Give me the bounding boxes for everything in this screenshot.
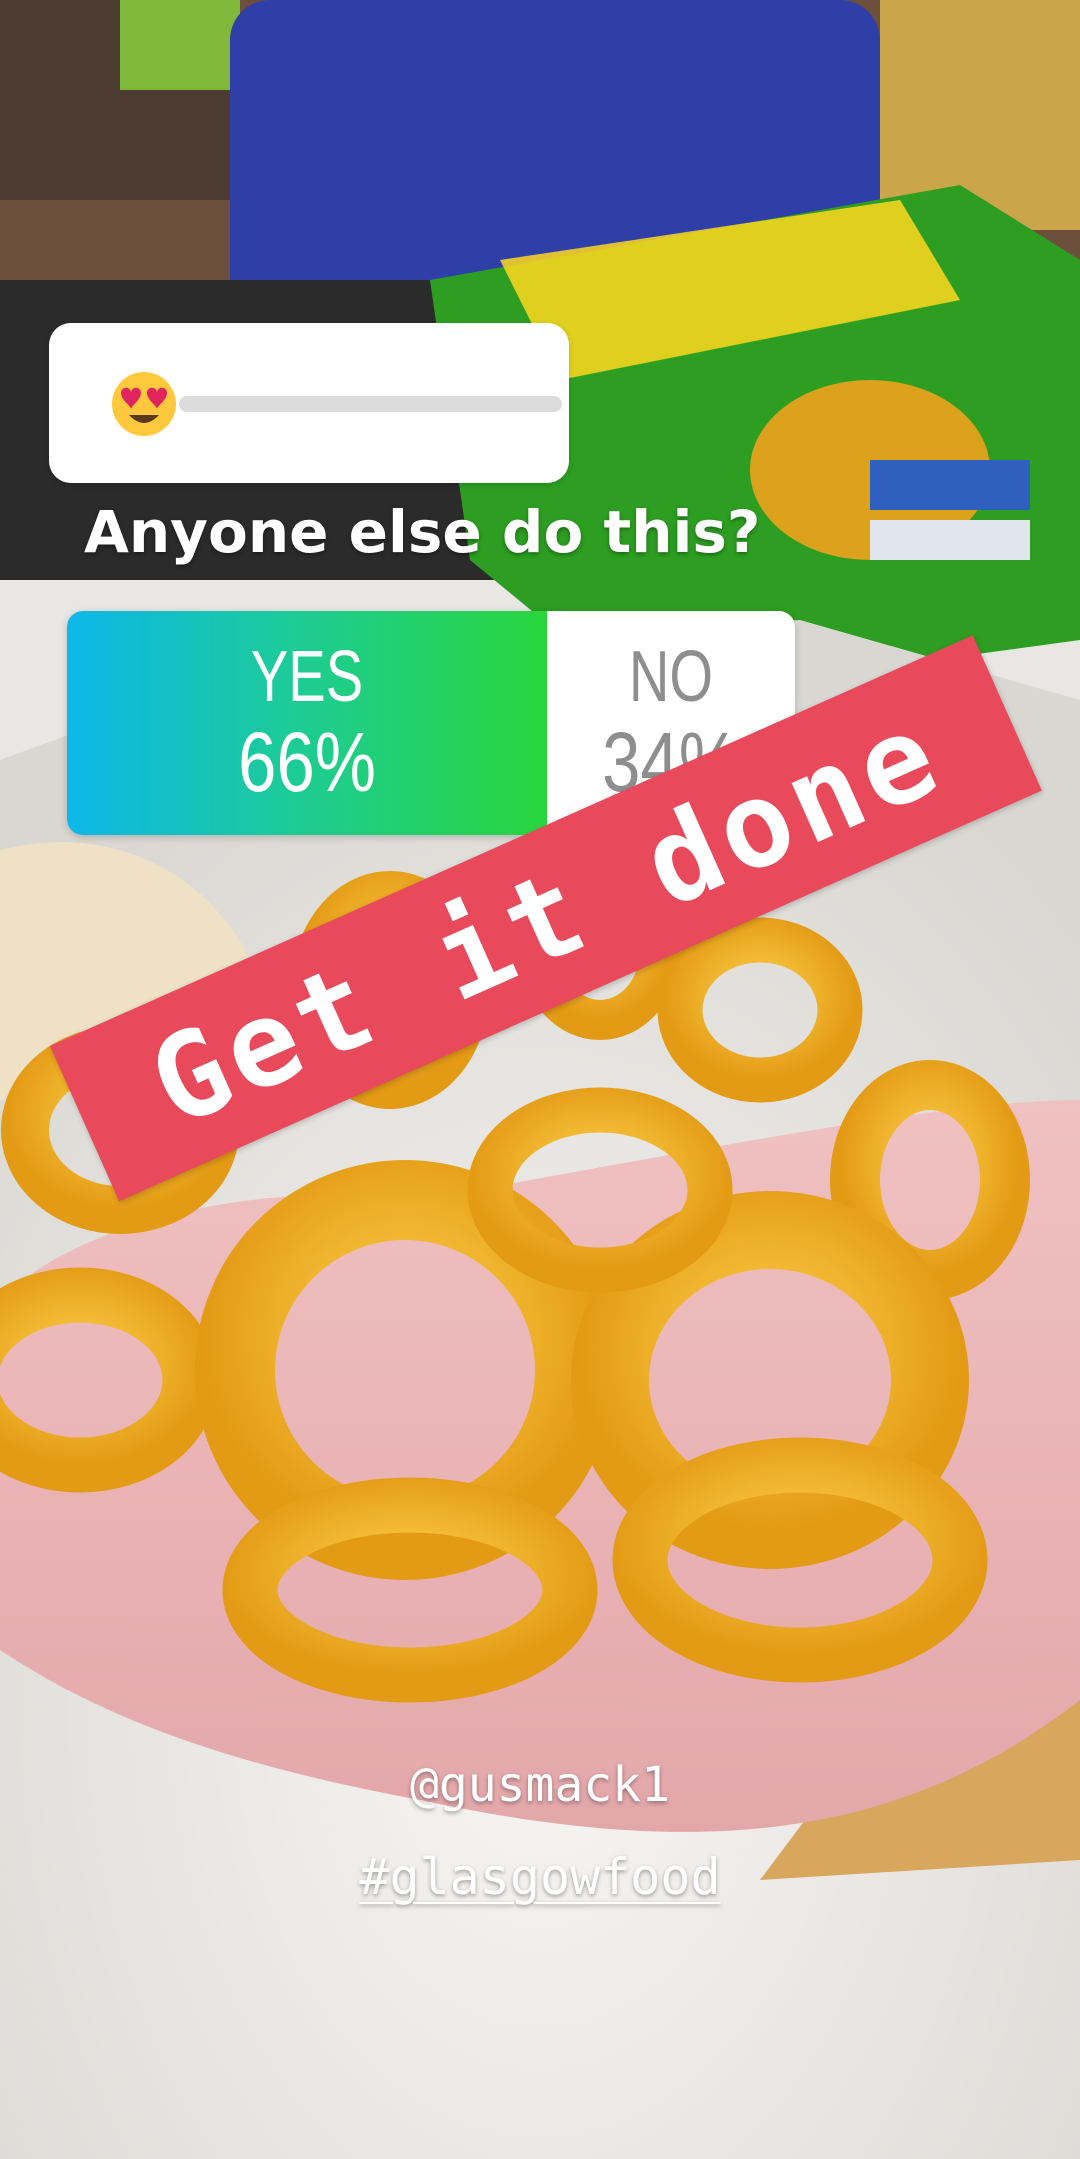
hashtag-text: #glasgowfood [359, 1848, 721, 1906]
poll-option-no-label: NO [629, 637, 714, 717]
heart-eyes-emoji-icon[interactable] [109, 369, 179, 439]
poll-option-yes-label: YES [251, 637, 364, 717]
poll-option-yes[interactable]: YES 66% [67, 611, 548, 835]
poll-question: Anyone else do this? [84, 498, 761, 566]
emoji-slider-sticker[interactable] [49, 323, 569, 483]
slider-track[interactable] [179, 396, 562, 412]
hashtag-sticker[interactable]: #glasgowfood [0, 1848, 1080, 1906]
poll-option-yes-percent: 66% [238, 715, 377, 809]
story-screen: Anyone else do this? YES 66% NO 34% Get … [0, 0, 1080, 2159]
user-handle[interactable]: @gusmack1 [0, 1757, 1080, 1813]
